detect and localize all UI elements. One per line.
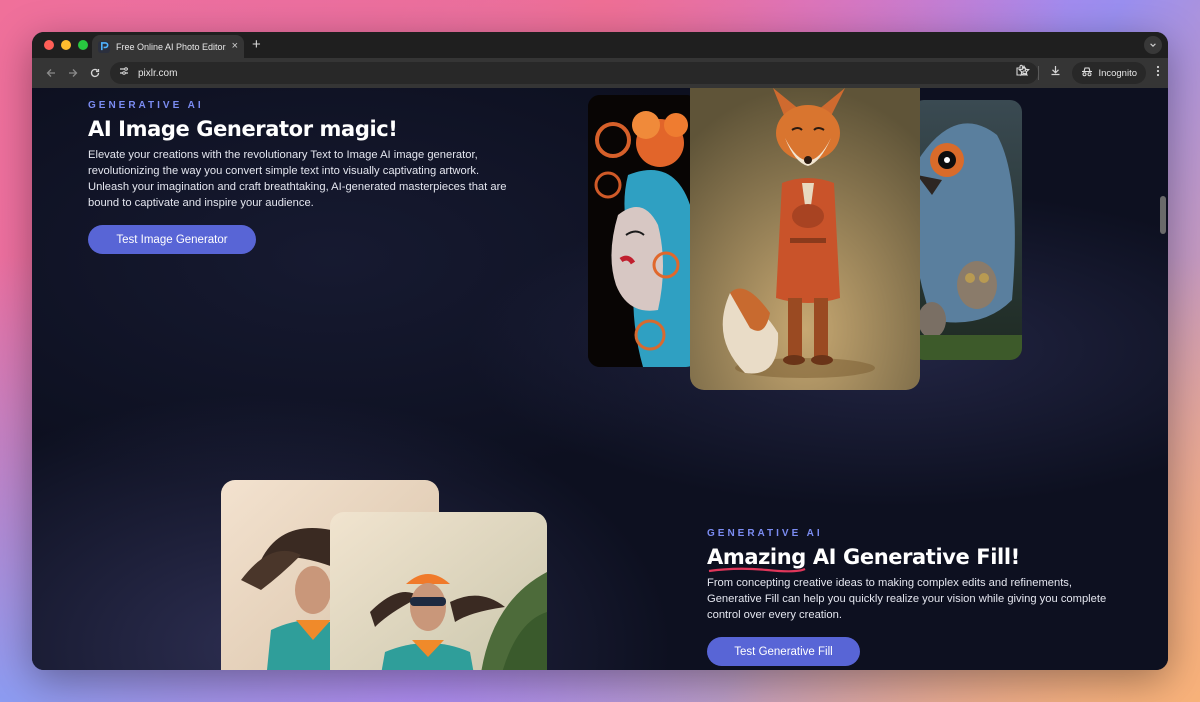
chevron-down-icon[interactable] xyxy=(1144,36,1162,54)
section-description: From concepting creative ideas to making… xyxy=(707,577,1107,621)
tab-close-icon[interactable]: × xyxy=(232,41,238,52)
minimize-window-button[interactable] xyxy=(61,40,71,50)
title-rest: AI Generative Fill! xyxy=(805,545,1020,569)
section-eyebrow: GENERATIVE AI xyxy=(707,528,823,539)
tab-strip: Free Online AI Photo Editor, I × + xyxy=(32,32,1168,58)
pixlr-favicon-icon xyxy=(98,40,110,53)
section-title: Amazing AI Generative Fill! xyxy=(707,545,1107,573)
close-window-button[interactable] xyxy=(44,40,54,50)
window-controls xyxy=(44,40,88,50)
incognito-label: Incognito xyxy=(1098,67,1137,79)
browser-toolbar: pixlr.com Incognito xyxy=(32,58,1168,88)
runner-woman-filled-image xyxy=(330,512,547,670)
owl-creature-image xyxy=(912,100,1022,360)
test-image-generator-button[interactable]: Test Image Generator xyxy=(88,225,256,254)
extensions-icon[interactable] xyxy=(1015,64,1028,82)
page-scrollbar-thumb[interactable] xyxy=(1160,196,1166,234)
section-description: Elevate your creations with the revoluti… xyxy=(88,149,507,209)
test-generative-fill-button[interactable]: Test Generative Fill xyxy=(707,637,860,666)
incognito-badge[interactable]: Incognito xyxy=(1072,62,1146,84)
tab-title: Free Online AI Photo Editor, I xyxy=(116,41,226,52)
tab-pixlr[interactable]: Free Online AI Photo Editor, I × xyxy=(92,35,244,58)
browser-window: Free Online AI Photo Editor, I × + pixlr… xyxy=(32,32,1168,670)
fox-character-image xyxy=(690,88,920,390)
url-text: pixlr.com xyxy=(138,67,178,79)
reload-icon[interactable] xyxy=(84,62,106,84)
title-highlight: Amazing xyxy=(707,545,806,573)
download-icon[interactable] xyxy=(1049,64,1062,82)
highlight-underline-icon xyxy=(708,567,806,573)
forward-arrow-icon[interactable] xyxy=(62,62,84,84)
toolbar-right-group: Incognito xyxy=(1015,62,1160,84)
new-tab-button[interactable]: + xyxy=(252,36,261,54)
page-content: GENERATIVE AI AI Image Generator magic! … xyxy=(32,88,1168,670)
address-bar[interactable]: pixlr.com xyxy=(110,62,1038,84)
maximize-window-button[interactable] xyxy=(78,40,88,50)
section-title: AI Image Generator magic! xyxy=(88,117,398,141)
generative-fill-section: GENERATIVE AI Amazing AI Generative Fill… xyxy=(707,528,1107,666)
art-woman-image xyxy=(588,95,698,367)
more-menu-icon[interactable] xyxy=(1156,64,1160,82)
site-info-icon[interactable] xyxy=(118,64,130,82)
image-generator-section: GENERATIVE AI AI Image Generator magic! … xyxy=(88,100,508,254)
section-eyebrow: GENERATIVE AI xyxy=(88,100,204,111)
incognito-icon xyxy=(1081,66,1093,80)
back-arrow-icon[interactable] xyxy=(40,62,62,84)
toolbar-divider xyxy=(1038,66,1040,80)
